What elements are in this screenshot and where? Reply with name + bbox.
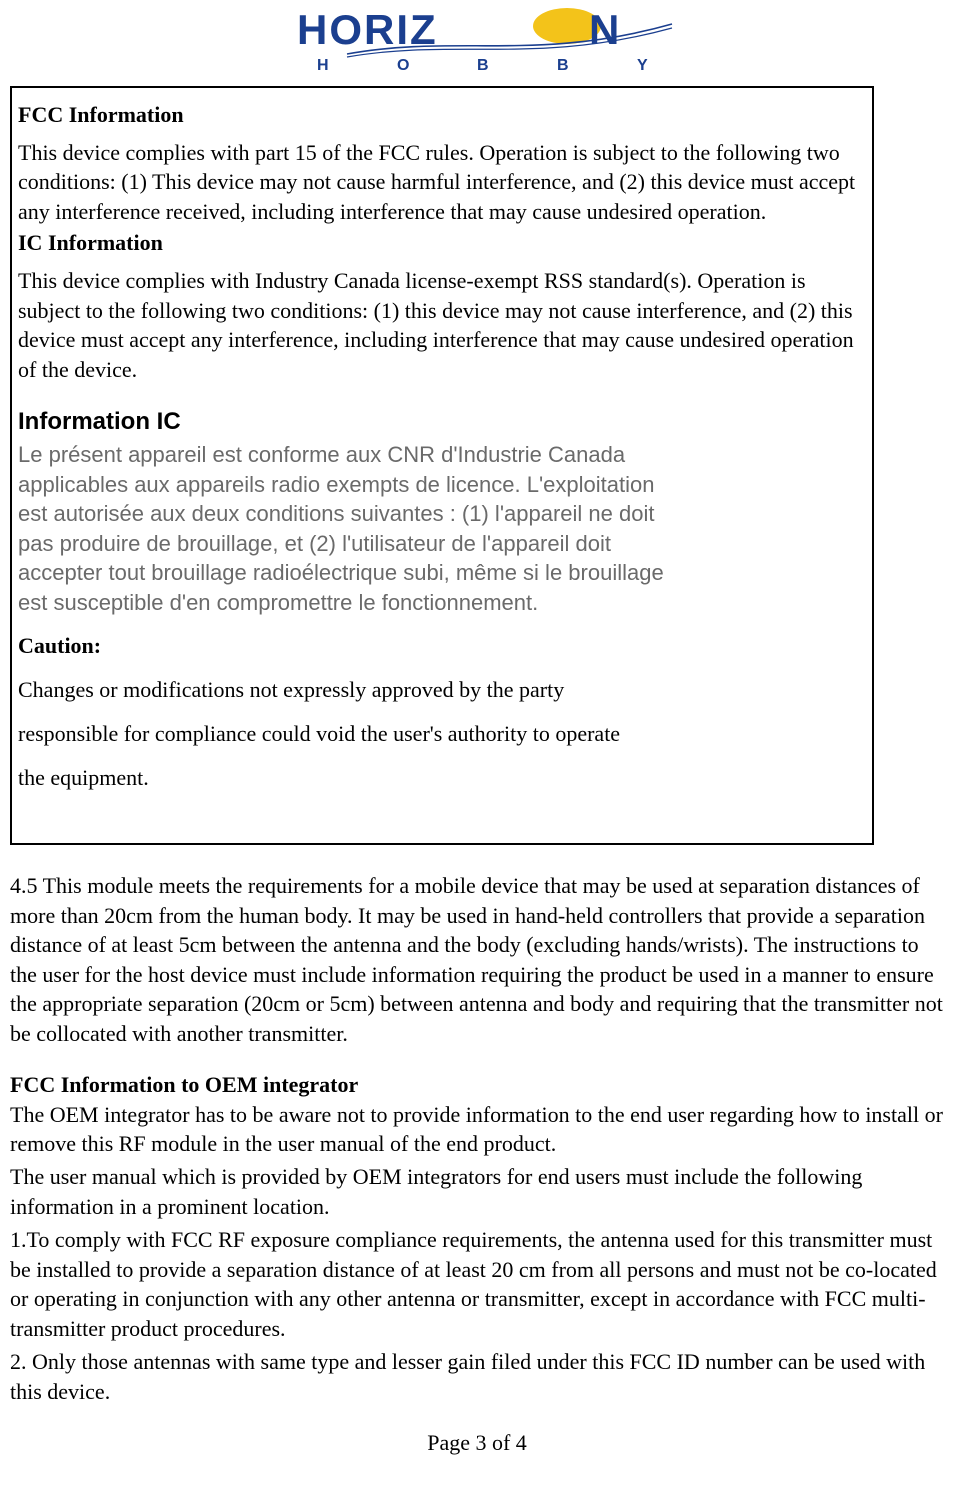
oem-paragraph-4: 2. Only those antennas with same type an…: [10, 1347, 944, 1406]
fcc-heading: FCC Information: [18, 102, 866, 128]
module-separation-paragraph: 4.5 This module meets the requirements f…: [10, 871, 944, 1048]
document-page: HORIZ N H O B B Y FCC Information This d…: [0, 0, 954, 1464]
page-footer: Page 3 of 4: [8, 1430, 946, 1464]
ic-french-heading: Information IC: [18, 406, 678, 438]
horizon-hobby-logo: HORIZ N H O B B Y: [277, 4, 677, 82]
oem-paragraph-2: The user manual which is provided by OEM…: [10, 1162, 944, 1221]
fcc-body: This device complies with part 15 of the…: [18, 138, 866, 226]
ic-info-french-block: Information IC Le présent appareil est c…: [18, 406, 678, 617]
oem-heading: FCC Information to OEM integrator: [10, 1070, 944, 1099]
page-number: Page 3 of 4: [427, 1430, 527, 1455]
svg-text:H: H: [317, 57, 329, 74]
svg-text:B: B: [477, 57, 489, 74]
ic-body: This device complies with Industry Canad…: [18, 266, 866, 384]
caution-line-3: the equipment.: [18, 765, 866, 791]
svg-text:O: O: [397, 57, 409, 74]
logo-header: HORIZ N H O B B Y: [8, 0, 946, 82]
oem-paragraph-1: The OEM integrator has to be aware not t…: [10, 1100, 944, 1159]
info-box: FCC Information This device complies wit…: [10, 86, 874, 845]
svg-text:N: N: [589, 6, 619, 53]
oem-paragraph-3: 1.To comply with FCC RF exposure complia…: [10, 1225, 944, 1343]
svg-text:B: B: [557, 57, 569, 74]
caution-line-2: responsible for compliance could void th…: [18, 721, 866, 747]
ic-heading: IC Information: [18, 230, 866, 256]
caution-heading: Caution:: [18, 633, 866, 659]
caution-body: Changes or modifications not expressly a…: [18, 677, 866, 791]
svg-text:Y: Y: [637, 57, 648, 74]
caution-line-1: Changes or modifications not expressly a…: [18, 677, 866, 703]
ic-french-body: Le présent appareil est conforme aux CNR…: [18, 440, 678, 617]
body-text-section: 4.5 This module meets the requirements f…: [8, 871, 946, 1406]
